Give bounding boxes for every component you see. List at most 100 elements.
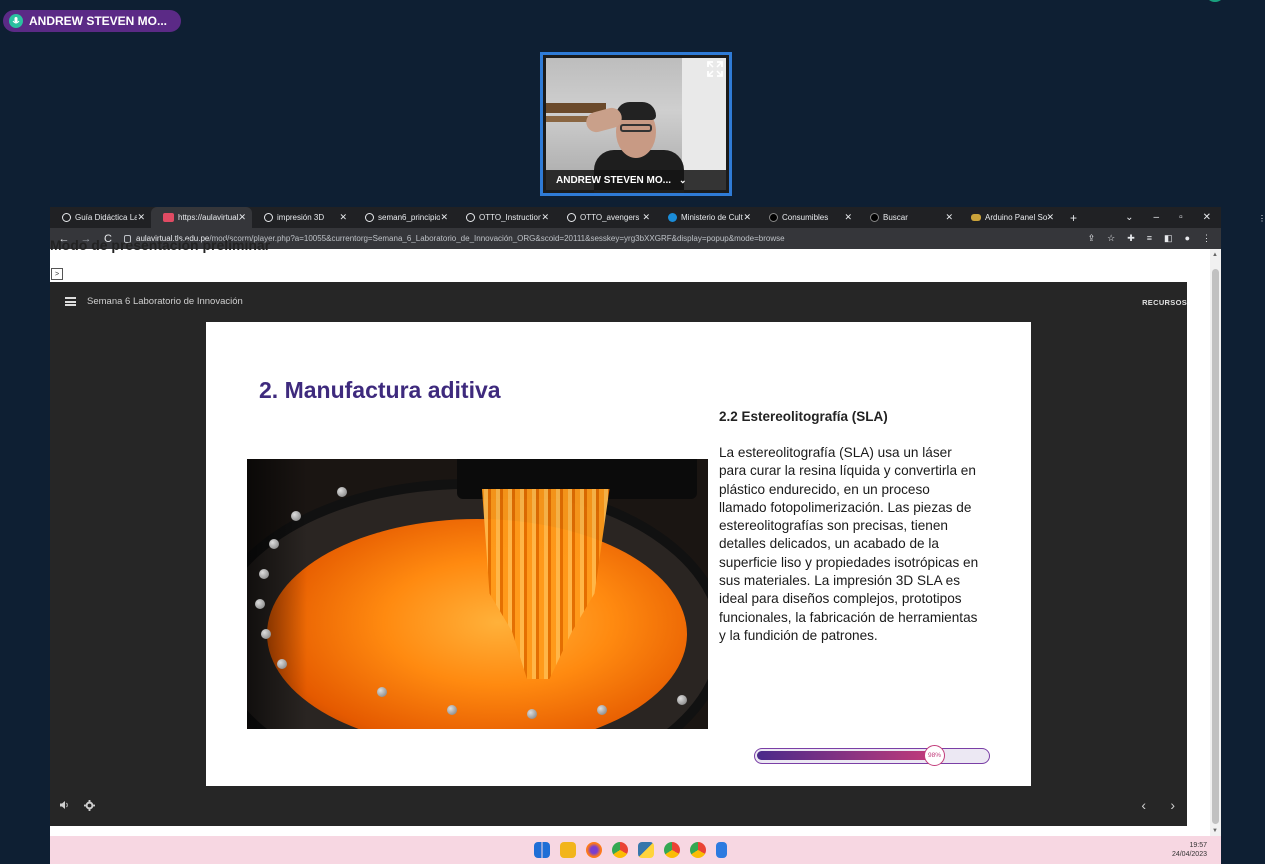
scorm-player: Semana 6 Laboratorio de Innovación RECUR… — [50, 282, 1187, 826]
close-window-button[interactable]: ✕ — [1203, 212, 1211, 223]
tab-close-icon[interactable]: ✕ — [945, 212, 953, 223]
windows-taskbar: 19:57 24/04/2023 — [50, 836, 1221, 864]
page-title: Modo de presentación preliminar — [50, 240, 271, 253]
slide-progress-bar[interactable]: 98% — [754, 745, 990, 766]
toggle-button[interactable]: > — [51, 268, 63, 280]
resources-button[interactable]: RECURSOS — [1142, 298, 1187, 307]
tab-search-icon[interactable]: ⌄ — [1125, 212, 1133, 223]
progress-fill — [757, 751, 934, 760]
tab-label: Ministerio de Cultu — [681, 213, 743, 222]
scroll-down-icon[interactable]: ▼ — [1212, 828, 1218, 834]
participant-name: ANDREW STEVEN MO... — [556, 174, 672, 186]
toolbar-icons: ⇪ ☆ ✚ ≡ ◧ ● ⋮ — [1088, 233, 1211, 244]
window-controls: ⌄ – ▫ ✕ — [1125, 207, 1221, 228]
tab-label: seman6_principios — [378, 213, 440, 222]
minimize-button[interactable]: – — [1154, 212, 1160, 223]
tab-label: https://aulavirtual.t — [178, 213, 240, 222]
tab-label: Buscar — [883, 213, 908, 222]
slide-body-text: La estereolitografía (SLA) usa un láser … — [719, 445, 979, 643]
side-panel-icon[interactable]: ◧ — [1164, 233, 1173, 244]
browser-tab[interactable]: OTTO_Instructions ✕ — [454, 207, 555, 228]
scroll-up-icon[interactable]: ▲ — [1212, 252, 1218, 258]
globe-icon — [62, 213, 71, 222]
speaker-name: ANDREW STEVEN MO... — [29, 14, 168, 28]
browser-tab[interactable]: Consumibles ✕ — [757, 207, 858, 228]
side-handle-icon[interactable]: ⋮ — [1258, 214, 1265, 228]
browser-tab[interactable]: https://aulavirtual.t ✕ — [151, 207, 252, 228]
arduino-icon — [971, 214, 981, 221]
browser-tab[interactable]: Arduino Panel Sola ✕ — [959, 207, 1060, 228]
active-speaker-pill[interactable]: ANDREW STEVEN MO... — [3, 10, 181, 32]
status-indicator — [1205, 0, 1225, 2]
menu-dots-icon[interactable]: ⋮ — [1202, 233, 1211, 244]
bookmark-star-icon[interactable]: ☆ — [1107, 233, 1115, 244]
restore-button[interactable]: ▫ — [1179, 212, 1183, 223]
ministerio-icon — [668, 213, 677, 222]
file-explorer-icon[interactable] — [560, 842, 576, 858]
globe-icon — [365, 213, 374, 222]
clock-date: 24/04/2023 — [1171, 851, 1207, 858]
browser-tab[interactable]: Buscar ✕ — [858, 207, 959, 228]
slide: 2. Manufactura aditiva 2.2 Estereolitogr… — [206, 322, 1031, 786]
globe-icon — [567, 213, 576, 222]
chevron-down-icon[interactable]: ⌄ — [679, 175, 687, 186]
previous-slide-button[interactable]: ‹ — [1141, 797, 1146, 813]
scrollbar-thumb[interactable] — [1212, 269, 1219, 824]
tab-close-icon[interactable]: ✕ — [1046, 212, 1054, 223]
tab-close-icon[interactable]: ✕ — [238, 212, 246, 223]
browser-tab-bar: Guía Didáctica Lab ✕ https://aulavirtual.t… — [50, 207, 1221, 228]
participant-video-tile[interactable]: ANDREW STEVEN MO... ⌄ — [540, 52, 732, 196]
profile-icon[interactable]: ● — [1185, 233, 1190, 244]
browser-tab[interactable]: Ministerio de Cultu ✕ — [656, 207, 757, 228]
slide-subheading: 2.2 Estereolitografía (SLA) — [719, 409, 888, 424]
tab-label: Arduino Panel Sola — [985, 213, 1047, 222]
tab-label: OTTO_Instructions — [479, 213, 541, 222]
python-icon[interactable] — [638, 842, 654, 858]
media-icon[interactable]: ≡ — [1147, 233, 1152, 244]
screen: ANDREW STEVEN MO... ANDREW STEVEN MO... … — [0, 0, 1265, 864]
browser-tab[interactable]: seman6_principios ✕ — [353, 207, 454, 228]
chrome-icon[interactable] — [612, 842, 628, 858]
globe-icon — [466, 213, 475, 222]
tab-close-icon[interactable]: ✕ — [541, 212, 549, 223]
browser-tab[interactable]: OTTO_avengers ✕ — [555, 207, 656, 228]
tab-close-icon[interactable]: ✕ — [743, 212, 751, 223]
tab-label: Guía Didáctica Lab — [75, 213, 137, 222]
browser-tab[interactable]: impresión 3D ✕ — [252, 207, 353, 228]
tab-close-icon[interactable]: ✕ — [844, 212, 852, 223]
expand-icon[interactable] — [707, 61, 723, 77]
tab-close-icon[interactable]: ✕ — [440, 212, 448, 223]
extensions-icon[interactable]: ✚ — [1127, 233, 1135, 244]
globe-icon — [264, 213, 273, 222]
windows-start-icon[interactable] — [534, 842, 550, 858]
spider-icon — [870, 213, 879, 222]
course-title: Semana 6 Laboratorio de Innovación — [87, 296, 243, 307]
tab-label: Consumibles — [782, 213, 829, 222]
hamburger-menu-icon[interactable] — [65, 297, 76, 306]
firefox-icon[interactable] — [586, 842, 602, 858]
notepad-icon[interactable] — [716, 842, 727, 858]
tab-close-icon[interactable]: ✕ — [642, 212, 650, 223]
system-clock[interactable]: 19:57 24/04/2023 — [1172, 841, 1207, 859]
spider-icon — [769, 213, 778, 222]
tab-close-icon[interactable]: ✕ — [137, 212, 145, 223]
slide-heading: 2. Manufactura aditiva — [259, 377, 501, 403]
next-slide-button[interactable]: › — [1170, 797, 1175, 813]
chrome-profile-2-icon[interactable] — [690, 842, 706, 858]
taskbar-icons — [534, 842, 727, 858]
participant-name-bar[interactable]: ANDREW STEVEN MO... ⌄ — [546, 170, 726, 190]
microphone-icon — [9, 14, 23, 28]
tab-label: impresión 3D — [277, 213, 325, 222]
volume-icon[interactable] — [59, 800, 69, 810]
page-scrollbar[interactable]: ▲ ▼ — [1210, 249, 1221, 836]
progress-knob[interactable]: 98% — [924, 745, 945, 766]
gear-icon[interactable] — [84, 800, 95, 811]
sla-printer-photo — [247, 459, 708, 729]
share-icon[interactable]: ⇪ — [1088, 233, 1096, 244]
tab-list: Guía Didáctica Lab ✕ https://aulavirtual.t… — [50, 207, 1060, 228]
tab-close-icon[interactable]: ✕ — [339, 212, 347, 223]
chrome-profile-icon[interactable] — [664, 842, 680, 858]
clock-time: 19:57 — [1189, 842, 1207, 849]
new-tab-button[interactable]: + — [1070, 211, 1077, 225]
browser-tab[interactable]: Guía Didáctica Lab ✕ — [50, 207, 151, 228]
